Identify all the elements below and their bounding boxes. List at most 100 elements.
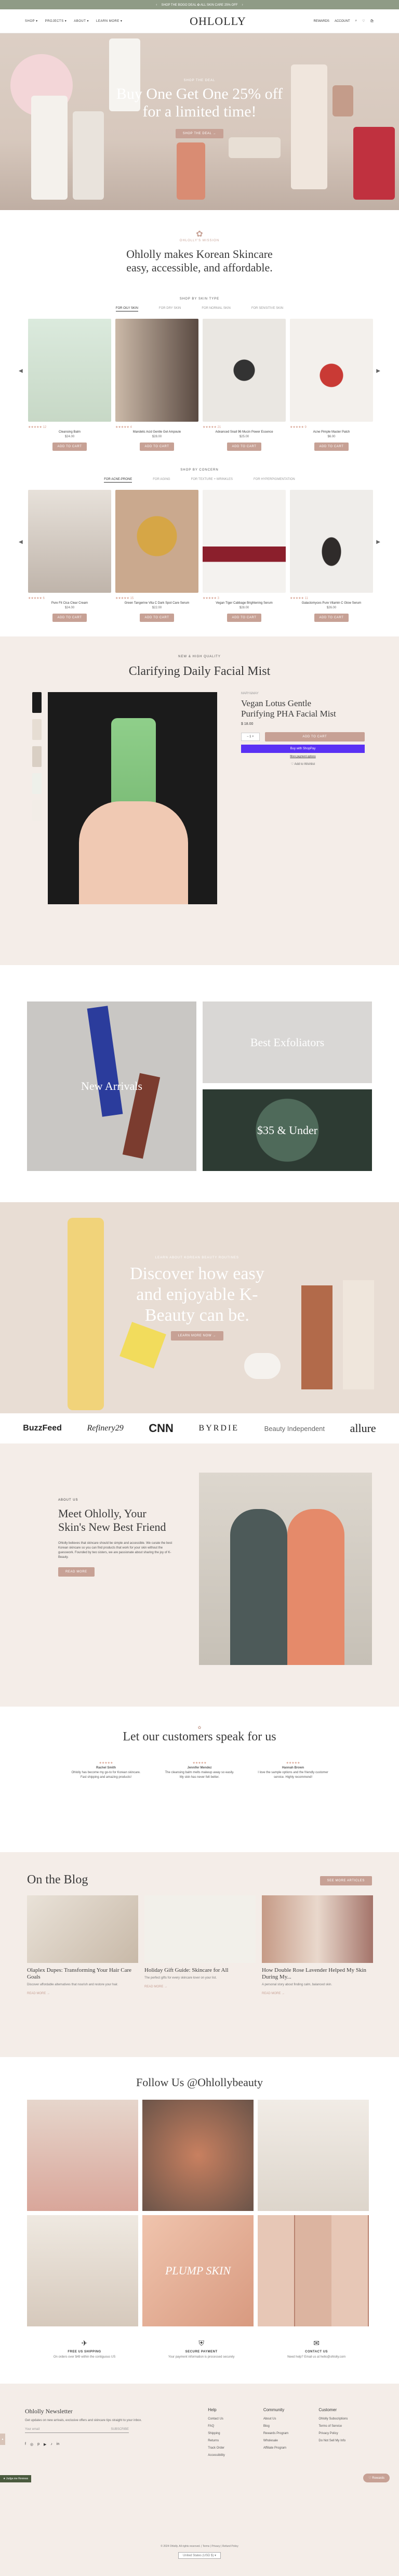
product-image[interactable] [203,319,286,422]
footer-link[interactable]: About Us [263,2417,319,2421]
blog-image[interactable] [262,1895,373,1963]
product-card[interactable]: ★★★★★ 12 Cleansing Balm $24.00 ADD TO CA… [28,319,111,451]
product-card[interactable]: ★★★★★ 21 Advanced Snail 96 Mucin Power E… [203,319,286,451]
product-card[interactable]: ★★★★★ 15 Green Tangerine Vita C Dark Spo… [115,490,198,622]
product-image[interactable] [290,319,373,422]
instagram-post[interactable] [142,2100,254,2211]
pinterest-icon[interactable]: p [37,2442,39,2447]
announcement-text[interactable]: SHOP THE BOGO DEAL ✿ ALL SKIN CARE 25% O… [161,3,237,7]
blog-image[interactable] [144,1895,256,1963]
add-to-cart-button[interactable]: ADD TO CART [140,443,174,451]
kbeauty-cta-button[interactable]: LEARN MORE NOW → [170,1331,223,1341]
category-new-arrivals[interactable]: New Arrivals [27,1001,196,1171]
announcement-prev-icon[interactable]: ‹ [156,3,157,7]
reviews-tab[interactable]: ★ Judge.me Reviews [0,2475,32,2482]
nav-learn-more[interactable]: LEARN MORE ▾ [96,19,122,23]
category-under-35[interactable]: $35 & Under [203,1089,372,1171]
instagram-post[interactable] [258,2215,369,2326]
carousel-prev-icon[interactable]: ◀ [19,539,23,545]
nav-shop[interactable]: SHOP ▾ [25,19,38,23]
instagram-post[interactable] [258,2100,369,2211]
category-under-label[interactable]: $35 & Under [257,1124,317,1137]
more-payment-link[interactable]: More payment options [241,755,365,758]
tab-normal[interactable]: FOR NORMAL SKIN [202,307,230,311]
announcement-next-icon[interactable]: › [242,3,243,7]
carousel-next-icon[interactable]: ▶ [376,539,380,545]
facebook-icon[interactable]: f [25,2442,26,2447]
quantity-stepper[interactable]: − 1 + [241,733,260,741]
category-exfoliators[interactable]: Best Exfoliators [203,1001,372,1083]
linkedin-icon[interactable]: in [57,2442,59,2447]
blog-image[interactable] [27,1895,138,1963]
read-more-link[interactable]: READ MORE → [27,1992,138,1995]
instagram-post[interactable]: PLUMP SKIN [142,2215,254,2326]
footer-link[interactable]: Ohlolly Subscriptions [318,2417,374,2421]
cart-icon[interactable]: 🛍 [370,19,374,23]
product-card[interactable]: ★★★★★ 6 Pure Fit Cica Clear Cream $24.00… [28,490,111,622]
product-card[interactable]: ★★★★★ 11 Galactomyces Pure Vitamin C Glo… [290,490,373,622]
blog-card[interactable]: How Double Rose Lavender Helped My Skin … [262,1895,373,1995]
youtube-icon[interactable]: ▶ [44,2442,46,2447]
footer-link[interactable]: Rewards Program [263,2432,319,2435]
tab-acne[interactable]: FOR ACNE-PRONE [104,478,132,483]
category-new-label[interactable]: New Arrivals [81,1079,142,1093]
thumbnail[interactable] [32,746,42,767]
footer-link[interactable]: Track Order [208,2447,263,2450]
product-name[interactable]: Pure Fit Cica Clear Cream [28,602,111,605]
side-tab[interactable]: ▲ [0,2434,5,2445]
add-to-cart-button[interactable]: ADD TO CART [52,443,87,451]
footer-link[interactable]: Contact Us [208,2417,263,2421]
product-image[interactable] [290,490,373,593]
blog-card[interactable]: Holiday Gift Guide: Skincare for All The… [144,1895,256,1995]
tab-texture[interactable]: FOR TEXTURE + WRINKLES [191,478,233,483]
about-cta-button[interactable]: READ MORE [58,1567,95,1577]
site-logo[interactable]: OHLOLLY [190,15,246,28]
thumbnail[interactable] [32,692,42,713]
instagram-post[interactable] [27,2100,138,2211]
wishlist-link[interactable]: ♡ Add to Wishlist [241,762,365,766]
footer-link[interactable]: Affiliate Program [263,2447,319,2450]
email-placeholder[interactable]: Your email [25,2428,39,2431]
product-name[interactable]: Green Tangerine Vita C Dark Spot Care Se… [115,602,198,605]
thumbnail[interactable] [32,800,42,821]
footer-link[interactable]: Shipping [208,2432,263,2435]
blog-card[interactable]: Olaplex Dupes: Transforming Your Hair Ca… [27,1895,138,1995]
blog-post-title[interactable]: How Double Rose Lavender Helped My Skin … [262,1967,373,1981]
footer-link[interactable]: FAQ [208,2425,263,2428]
instagram-icon[interactable]: ◎ [30,2442,33,2447]
instagram-post[interactable] [27,2215,138,2326]
tab-oily[interactable]: FOR OILY SKIN [115,307,138,311]
tab-dry[interactable]: FOR DRY SKIN [159,307,181,311]
product-image[interactable] [115,490,198,593]
carousel-prev-icon[interactable]: ◀ [19,368,23,374]
product-image[interactable] [203,490,286,593]
blog-see-more-button[interactable]: SEE MORE ARTICLES [320,1876,372,1885]
product-card[interactable]: ★★★★★ 4 Mandelic Acid Gentle Gel Ampoule… [115,319,198,451]
currency-select[interactable]: United States (USD $) ▾ [178,2552,221,2559]
hero-cta-button[interactable]: SHOP THE DEAL → [175,129,224,138]
add-to-cart-button[interactable]: ADD TO CART [227,443,261,451]
product-name[interactable]: Mandelic Acid Gentle Gel Ampoule [115,431,198,434]
featured-product-image[interactable] [48,692,217,904]
product-card[interactable]: ★★★★★ 9 Acne Pimple Master Patch $6.00 A… [290,319,373,451]
blog-post-title[interactable]: Olaplex Dupes: Transforming Your Hair Ca… [27,1967,138,1981]
footer-link[interactable]: Terms of Service [318,2425,374,2428]
shop-pay-button[interactable]: Buy with ShopPay [241,745,365,753]
product-card[interactable]: ★★★★★ 3 Vegan Tiger Cabbage Brightening … [203,490,286,622]
add-to-cart-button[interactable]: ADD TO CART [314,614,349,622]
product-image[interactable] [28,319,111,422]
category-exfoliators-label[interactable]: Best Exfoliators [250,1036,324,1049]
thumbnail[interactable] [32,773,42,794]
add-to-cart-button[interactable]: ADD TO CART [314,443,349,451]
footer-link[interactable]: Privacy Policy [318,2432,374,2435]
nav-about[interactable]: ABOUT ▾ [74,19,89,23]
footer-link[interactable]: Returns [208,2439,263,2442]
tab-hyperpigmentation[interactable]: FOR HYPERPIGMENTATION [254,478,295,483]
subscribe-button[interactable]: SUBSCRIBE [111,2428,129,2431]
add-to-cart-button[interactable]: ADD TO CART [227,614,261,622]
nav-projects[interactable]: PROJECTS ▾ [45,19,67,23]
footer-link[interactable]: Wholesale [263,2439,319,2442]
carousel-next-icon[interactable]: ▶ [376,368,380,374]
tiktok-icon[interactable]: ♪ [50,2442,52,2447]
rewards-launcher[interactable]: ♡ Rewards [363,2474,390,2482]
